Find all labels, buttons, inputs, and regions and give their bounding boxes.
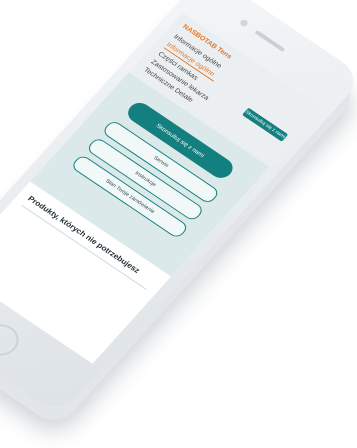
earpiece-icon — [254, 30, 286, 52]
camera-icon — [238, 18, 250, 28]
home-button[interactable] — [0, 318, 26, 362]
phone-frame: NASBOTAB Tens Informacje ogólne Informac… — [0, 0, 357, 416]
phone-screen: NASBOTAB Tens Informacje ogólne Informac… — [0, 12, 324, 364]
